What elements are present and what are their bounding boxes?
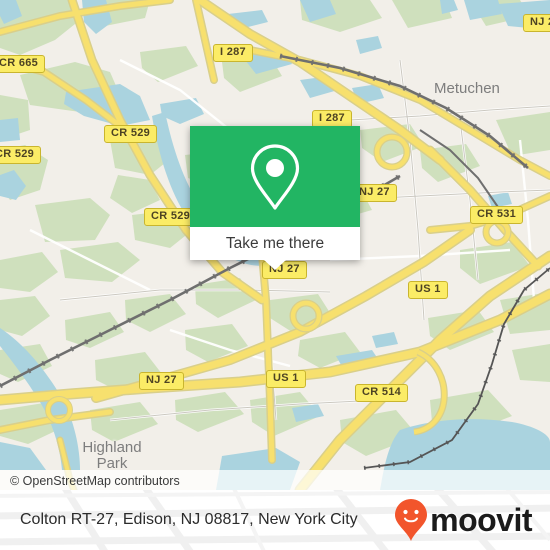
place-label-highland-park: Highland Park [82, 439, 142, 472]
road-shield: CR 665 [0, 55, 46, 73]
road-shield: CR 529 [0, 146, 42, 164]
road-shield: US 1 [266, 370, 306, 388]
take-me-there-label: Take me there [225, 234, 325, 252]
map-pin-icon [250, 143, 300, 210]
road-shield: I 287 [213, 44, 253, 62]
road-shield: NJ 27 [523, 14, 550, 32]
address-label: Colton RT-27, Edison, NJ 08817, New York… [20, 511, 358, 528]
popup-action-bar[interactable]: Take me there [190, 227, 360, 270]
moovit-smiley-pin-icon [395, 499, 428, 541]
moovit-logo[interactable]: moovit [394, 498, 532, 542]
place-label-metuchen: Metuchen [434, 80, 500, 97]
road-shield: CR 529 [104, 125, 158, 143]
location-popup-card[interactable]: Take me there [190, 126, 360, 270]
road-shield: CR 531 [470, 206, 524, 224]
moovit-wordmark: moovit [430, 502, 532, 538]
moovit-map-screen: CR 665 I 287 I 287 NJ 27 CR 529 CR 529 C… [0, 0, 550, 550]
osm-attribution-text[interactable]: © OpenStreetMap contributors [10, 474, 180, 488]
road-shield: US 1 [408, 281, 448, 299]
road-shield: NJ 27 [139, 372, 184, 390]
footer-bar: Colton RT-27, Edison, NJ 08817, New York… [0, 490, 550, 550]
popup-pointer-tail [264, 260, 286, 270]
popup-image-area [190, 126, 360, 227]
road-shield: CR 514 [355, 384, 409, 402]
